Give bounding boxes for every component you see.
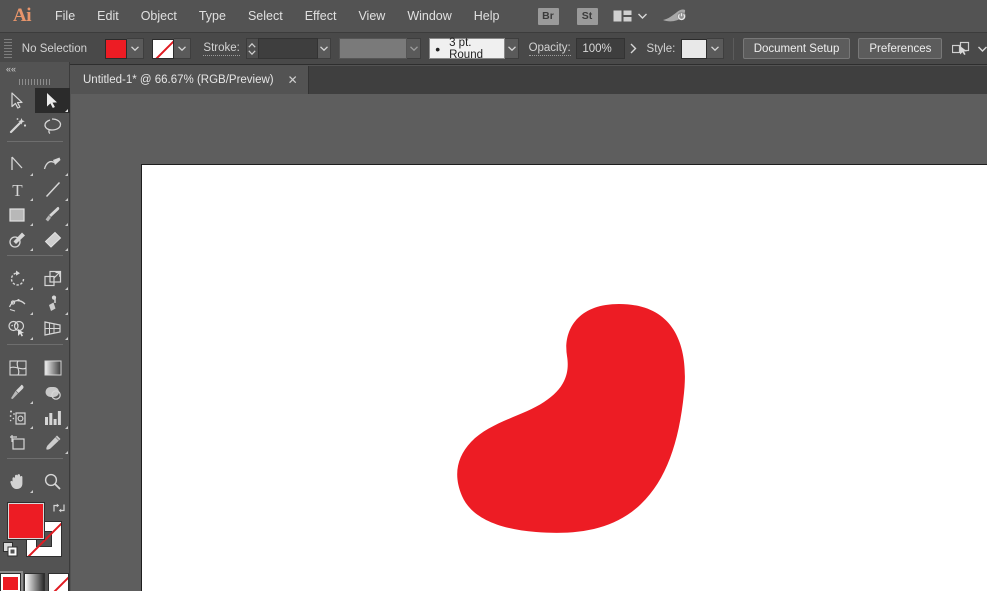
gradient-tool[interactable] [35,355,70,380]
stroke-swatch[interactable] [152,39,174,59]
graphic-style-swatch[interactable] [681,39,707,59]
symbol-sprayer-tool[interactable] [0,405,35,430]
eyedropper-tool[interactable] [0,380,35,405]
pen-tool[interactable] [0,152,35,177]
document-tab-bar: Untitled-1* @ 66.67% (RGB/Preview) ✕ [71,66,987,94]
shape-builder-tool[interactable] [0,316,35,341]
stroke-weight-label[interactable]: Stroke: [203,42,239,56]
fill-indicator-swatch[interactable] [8,503,44,539]
stroke-weight-dropdown-button[interactable] [318,38,332,59]
menu-item-window[interactable]: Window [396,0,462,32]
select-behind-chevron-icon[interactable] [978,46,987,52]
artboard[interactable] [141,164,987,591]
gradient-button[interactable] [24,573,45,591]
collapse-tools-button[interactable]: «« [0,62,69,76]
stroke-color-control[interactable] [152,38,191,59]
zoom-tool[interactable] [35,469,70,494]
graphic-style-dropdown-button[interactable] [707,38,724,59]
document-setup-button[interactable]: Document Setup [743,38,851,59]
opacity-input[interactable]: 100% [576,38,625,59]
select-behind-icon[interactable] [952,41,972,56]
eraser-tool[interactable] [35,227,70,252]
tools-panel: «« [0,62,70,591]
opacity-expand-icon[interactable] [630,43,637,54]
artboard-tool[interactable] [0,430,35,455]
magic-wand-tool[interactable] [0,113,35,138]
free-transform-tool[interactable] [35,291,70,316]
hand-tool[interactable] [0,469,35,494]
line-segment-tool[interactable] [35,177,70,202]
shaper-tool[interactable] [0,227,35,252]
fill-stroke-indicator [0,499,70,567]
color-button[interactable] [0,573,21,591]
stroke-dropdown-button[interactable] [174,38,191,59]
fill-dropdown-button[interactable] [127,38,144,59]
brush-definition-value: 3 pt. Round [449,37,499,61]
menu-item-effect[interactable]: Effect [294,0,348,32]
fill-color-control[interactable] [105,38,144,59]
none-button[interactable] [48,573,69,591]
direct-selection-tool[interactable] [35,88,70,113]
rectangle-tool[interactable] [0,202,35,227]
control-bar-grip[interactable] [4,39,12,59]
rotate-tool[interactable] [0,266,35,291]
control-bar: No Selection Stroke: [0,32,987,65]
menu-item-view[interactable]: View [347,0,396,32]
fill-swatch[interactable] [105,39,127,59]
stock-icon[interactable]: St [577,8,598,25]
brush-definition-display[interactable]: • 3 pt. Round [429,38,505,59]
blend-tool[interactable] [35,380,70,405]
document-tab-title: Untitled-1* @ 66.67% (RGB/Preview) [83,74,274,86]
menu-item-file[interactable]: File [44,0,86,32]
brush-definition-dropdown-button[interactable] [505,38,519,59]
app-logo-icon: Ai [0,0,44,32]
swap-fill-stroke-icon[interactable] [52,501,66,519]
arrange-documents-icon[interactable] [613,9,647,23]
selection-tool[interactable] [0,88,35,113]
tool-grid: T [0,88,70,494]
selection-status: No Selection [22,43,87,55]
variable-width-profile-swatch[interactable] [339,38,407,59]
artwork-layer [142,165,987,591]
menu-item-type[interactable]: Type [188,0,237,32]
variable-width-dropdown-button[interactable] [407,38,421,59]
column-graph-tool[interactable] [35,405,70,430]
style-label: Style: [647,43,676,55]
svg-text:T: T [12,181,23,198]
stroke-weight-stepper[interactable] [246,38,257,59]
menu-item-object[interactable]: Object [130,0,188,32]
width-tool[interactable] [0,291,35,316]
lasso-tool[interactable] [35,113,70,138]
bean-shape[interactable] [457,304,685,533]
paintbrush-tool[interactable] [35,202,70,227]
close-icon[interactable]: ✕ [288,74,298,86]
perspective-grid-tool[interactable] [35,316,70,341]
menu-item-edit[interactable]: Edit [86,0,130,32]
menu-bar: Ai File Edit Object Type Select Effect V… [0,0,987,32]
default-fill-stroke-icon[interactable] [3,542,19,563]
preferences-button[interactable]: Preferences [858,38,942,59]
rocket-icon[interactable] [661,8,687,24]
graphic-style-control[interactable] [681,38,724,59]
slice-tool[interactable] [35,430,70,455]
color-mode-buttons [0,573,69,591]
mesh-tool[interactable] [0,355,35,380]
scale-tool[interactable] [35,266,70,291]
stroke-weight-input[interactable] [258,38,318,59]
chevron-down-icon [638,13,647,19]
tools-panel-grip[interactable] [0,76,69,88]
menu-item-help[interactable]: Help [463,0,511,32]
opacity-label[interactable]: Opacity: [529,42,571,56]
type-tool[interactable]: T [0,177,35,202]
illustrator-window: Ai File Edit Object Type Select Effect V… [0,0,987,591]
document-tab[interactable]: Untitled-1* @ 66.67% (RGB/Preview) ✕ [71,66,309,94]
bridge-icon[interactable]: Br [538,8,559,25]
curvature-tool[interactable] [35,152,70,177]
canvas-area[interactable] [71,94,987,591]
menu-item-select[interactable]: Select [237,0,294,32]
